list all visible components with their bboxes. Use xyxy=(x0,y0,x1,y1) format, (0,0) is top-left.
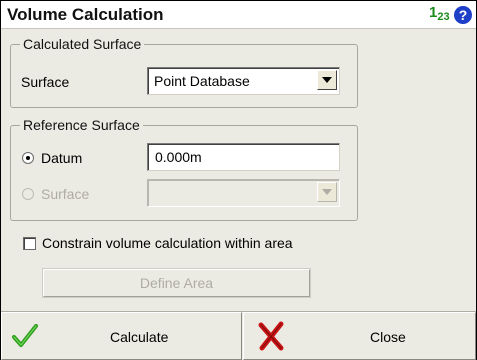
checkmark-icon xyxy=(12,324,38,347)
reference-surface-legend: Reference Surface xyxy=(23,117,140,133)
volume-calculation-window: Volume Calculation 123 ? Calculated Surf… xyxy=(0,0,477,360)
datum-input[interactable]: 0.000m xyxy=(147,143,340,171)
datum-label[interactable]: Datum xyxy=(41,150,82,166)
dropdown-arrow-button[interactable] xyxy=(317,70,337,90)
reference-surface-select[interactable] xyxy=(147,179,340,207)
help-icon[interactable]: ? xyxy=(454,6,472,24)
title-bar: Volume Calculation 123 ? xyxy=(1,1,476,29)
surface-radio[interactable] xyxy=(22,188,34,200)
constrain-checkbox[interactable] xyxy=(23,237,36,250)
radio-selected-dot xyxy=(26,156,30,160)
datum-input-value: 0.000m xyxy=(155,149,202,165)
numeric-input-mode-icon[interactable]: 123 xyxy=(429,4,450,23)
constrain-label[interactable]: Constrain volume calculation within area xyxy=(42,235,293,251)
surface-select-value: Point Database xyxy=(154,73,250,89)
close-button[interactable]: Close xyxy=(243,312,476,360)
dropdown-arrow-button-disabled[interactable] xyxy=(317,182,337,202)
calculate-button[interactable]: Calculate xyxy=(1,312,242,360)
action-bar: Calculate Close xyxy=(1,311,476,360)
define-area-button[interactable]: Define Area xyxy=(43,269,310,297)
datum-radio[interactable] xyxy=(22,152,34,164)
numeric-icon-sub: 23 xyxy=(437,11,450,23)
surface-label: Surface xyxy=(21,74,70,90)
close-icon xyxy=(258,321,284,351)
close-label: Close xyxy=(370,329,406,345)
calculate-label: Calculate xyxy=(110,329,169,345)
chevron-down-icon xyxy=(322,77,332,83)
chevron-down-icon xyxy=(322,189,332,195)
calculated-surface-legend: Calculated Surface xyxy=(23,36,142,52)
window-title: Volume Calculation xyxy=(7,5,164,24)
reference-surface-label: Surface xyxy=(41,186,90,202)
surface-select[interactable]: Point Database xyxy=(147,67,340,95)
define-area-label: Define Area xyxy=(139,275,214,291)
